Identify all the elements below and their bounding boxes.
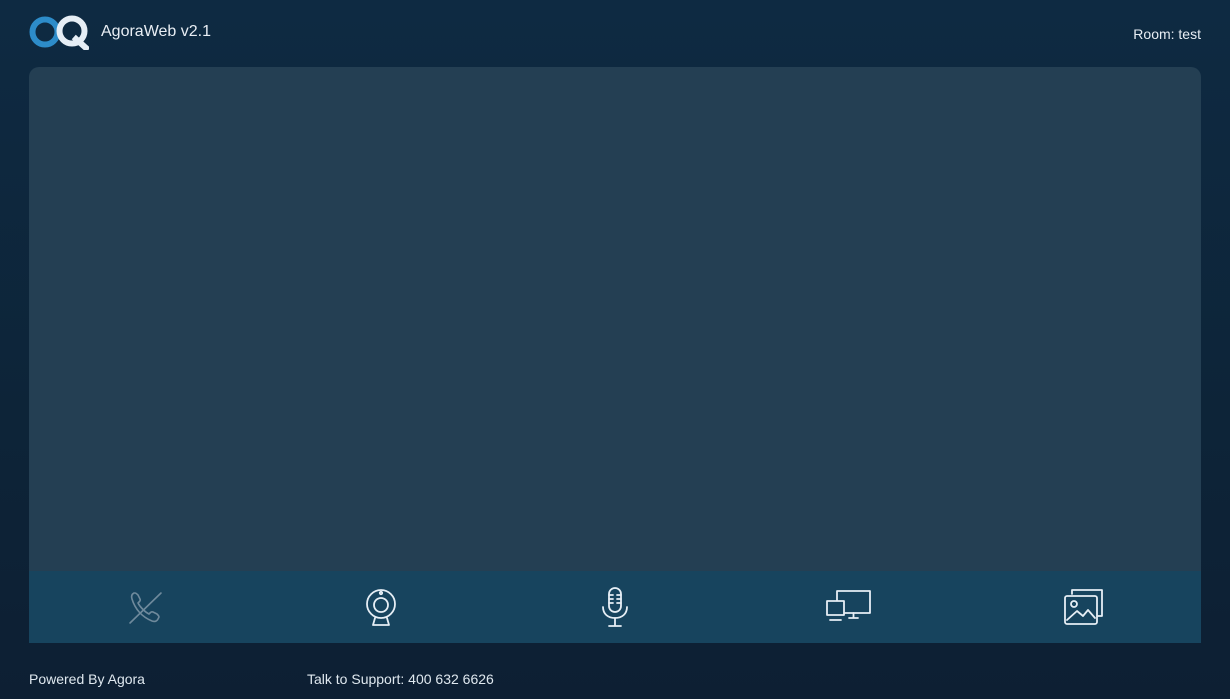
microphone-icon (602, 587, 628, 627)
camera-button[interactable] (353, 579, 409, 635)
agora-logo-icon (29, 14, 91, 53)
video-area (29, 67, 1201, 643)
screen-share-button[interactable] (821, 579, 877, 635)
room-label: Room: test (1133, 26, 1201, 42)
end-call-button[interactable] (118, 579, 174, 635)
display-mode-button[interactable] (1056, 579, 1112, 635)
powered-by-text: Powered By Agora (29, 671, 145, 687)
call-toolbar (29, 571, 1201, 643)
screen-share-icon (826, 590, 872, 621)
microphone-button[interactable] (587, 579, 643, 635)
app-title: AgoraWeb v2.1 (101, 23, 211, 40)
phone-off-icon (129, 592, 162, 624)
webcam-icon (365, 589, 396, 626)
header: AgoraWeb v2.1 Room: test (0, 0, 1230, 66)
gallery-icon (1063, 589, 1103, 625)
support-contact: Talk to Support: 400 632 6626 (307, 671, 494, 687)
